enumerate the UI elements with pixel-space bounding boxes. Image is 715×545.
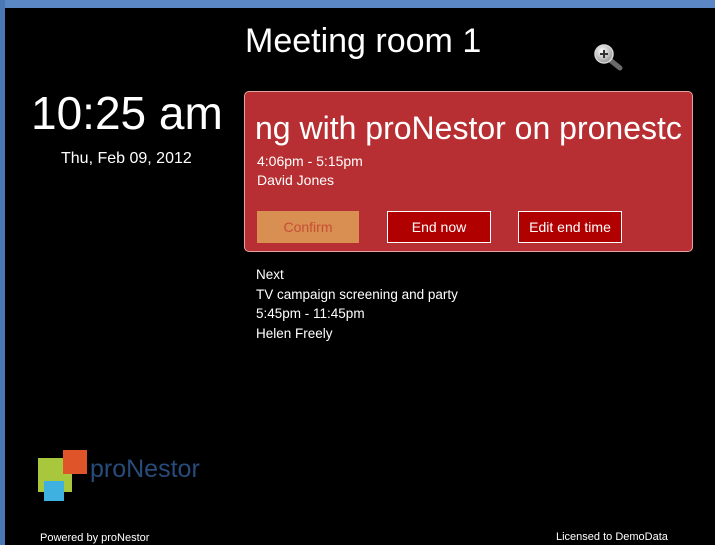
room-display-screen: Meeting room 1 10:25 am Thu, Feb 09, 201… <box>5 8 715 545</box>
next-meeting-title: TV campaign screening and party <box>256 286 458 302</box>
current-meeting-card: ng with proNestor on pronestc 4:06pm - 5… <box>244 91 693 252</box>
window-top-border <box>0 0 715 8</box>
current-meeting-time: 4:06pm - 5:15pm <box>257 153 363 169</box>
edit-end-time-button[interactable]: Edit end time <box>518 211 622 243</box>
next-meeting-heading: Next <box>256 267 284 282</box>
pronestor-logo-mark <box>38 450 87 501</box>
zoom-in-icon[interactable] <box>592 42 624 74</box>
license-text: Licensed to DemoData <box>556 531 668 543</box>
current-meeting-organizer: David Jones <box>257 172 335 188</box>
next-meeting-time: 5:45pm - 11:45pm <box>256 306 365 321</box>
next-meeting-organizer: Helen Freely <box>256 325 333 341</box>
current-meeting-title: ng with proNestor on pronestc <box>255 110 682 146</box>
current-date: Thu, Feb 09, 2012 <box>61 150 192 167</box>
end-now-button[interactable]: End now <box>387 211 491 243</box>
powered-by-text: Powered by proNestor <box>40 532 150 544</box>
confirm-button[interactable]: Confirm <box>257 211 359 243</box>
room-title: Meeting room 1 <box>245 22 482 60</box>
current-time: 10:25 am <box>31 87 223 139</box>
next-meeting-section: Next TV campaign screening and party 5:4… <box>256 265 458 343</box>
pronestor-logo-text: proNestor <box>90 455 200 483</box>
pronestor-logo: proNestor <box>37 448 227 508</box>
